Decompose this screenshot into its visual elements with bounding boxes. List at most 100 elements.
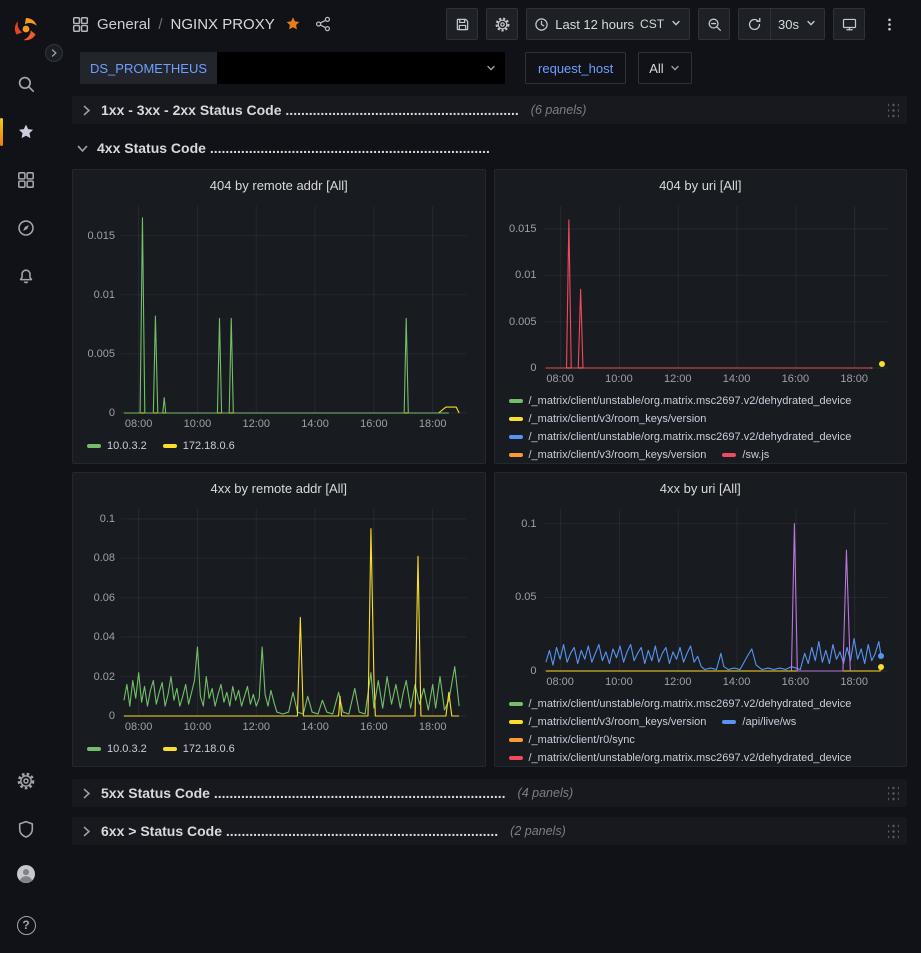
sidebar-expand-button[interactable] bbox=[45, 44, 63, 62]
filter-value-dropdown[interactable]: All bbox=[638, 52, 691, 84]
series-end-point bbox=[878, 653, 884, 659]
compass-icon bbox=[17, 219, 35, 237]
chart-legend: 10.0.3.2 172.18.0.6 bbox=[73, 738, 485, 766]
series-color-key bbox=[509, 453, 523, 457]
dashboards-icon bbox=[17, 171, 35, 189]
dashboard-title[interactable]: NGINX PROXY bbox=[171, 16, 275, 33]
save-icon bbox=[455, 17, 470, 32]
save-dashboard-button[interactable] bbox=[446, 8, 478, 40]
share-button[interactable] bbox=[315, 16, 331, 32]
plot-area[interactable]: 00.050.108:0010:0012:0014:0016:0018:00 bbox=[543, 509, 889, 671]
legend-item[interactable]: /_matrix/client/unstable/org.matrix.msc2… bbox=[509, 695, 852, 713]
timeseries-chart: 00.020.040.060.080.108:0010:0012:0014:00… bbox=[79, 503, 479, 738]
legend-item[interactable]: /_matrix/client/v3/room_keys/version bbox=[509, 713, 707, 731]
plot-area[interactable]: 00.0050.010.01508:0010:0012:0014:0016:00… bbox=[543, 206, 889, 368]
variable-label[interactable]: DS_PROMETHEUS bbox=[80, 52, 217, 84]
row-panel-count: (4 panels) bbox=[518, 786, 574, 800]
y-axis-tick: 0 bbox=[81, 710, 115, 722]
sidebar-item-search[interactable] bbox=[0, 60, 52, 108]
more-options-button[interactable] bbox=[873, 8, 905, 40]
breadcrumb-section[interactable]: General bbox=[97, 16, 150, 33]
series-name: /_matrix/client/v3/room_keys/version bbox=[529, 713, 707, 731]
series-color-key bbox=[509, 756, 523, 760]
datasource-select[interactable] bbox=[217, 52, 505, 84]
plot-area[interactable]: 00.020.040.060.080.108:0010:0012:0014:00… bbox=[121, 509, 467, 716]
dashboard-settings-button[interactable] bbox=[486, 8, 518, 40]
x-axis-tick: 08:00 bbox=[546, 676, 574, 688]
x-axis-tick: 18:00 bbox=[419, 721, 447, 733]
panel-title[interactable]: 404 by remote addr [All] bbox=[73, 170, 485, 200]
series-color-key bbox=[509, 738, 523, 742]
legend-item[interactable]: /_matrix/client/r0/sync bbox=[509, 731, 635, 749]
row-drag-handle[interactable] bbox=[888, 823, 899, 840]
panel-title[interactable]: 404 by uri [All] bbox=[495, 170, 907, 200]
share-icon bbox=[315, 16, 331, 32]
y-axis-tick: 0.1 bbox=[503, 518, 537, 530]
zoom-out-button[interactable] bbox=[698, 8, 730, 40]
legend-item[interactable]: 172.18.0.6 bbox=[163, 740, 235, 758]
row-drag-handle[interactable] bbox=[888, 102, 899, 119]
sidebar-item-dashboards[interactable] bbox=[0, 156, 52, 204]
time-range-picker[interactable]: Last 12 hours CST bbox=[526, 8, 690, 40]
row-title: 6xx > Status Code ......................… bbox=[101, 823, 498, 839]
y-axis-tick: 0.1 bbox=[81, 513, 115, 525]
y-axis-tick: 0.005 bbox=[81, 348, 115, 360]
timeseries-chart: 00.0050.010.01508:0010:0012:0014:0016:00… bbox=[79, 200, 479, 435]
timezone-label: CST bbox=[640, 17, 664, 31]
sidebar-item-help[interactable]: ? bbox=[0, 901, 52, 949]
chevron-right-icon bbox=[80, 825, 93, 838]
sidebar-item-server-admin[interactable] bbox=[0, 805, 52, 853]
x-axis-tick: 12:00 bbox=[242, 418, 270, 430]
chevron-right-icon bbox=[49, 48, 59, 58]
row-panel-count: (2 panels) bbox=[510, 824, 566, 838]
sidebar-item-starred[interactable] bbox=[0, 108, 52, 156]
row-drag-handle[interactable] bbox=[888, 785, 899, 802]
zoom-out-icon bbox=[707, 17, 722, 32]
kiosk-mode-button[interactable] bbox=[833, 8, 865, 40]
plot-area[interactable]: 00.0050.010.01508:0010:0012:0014:0016:00… bbox=[121, 206, 467, 413]
sidebar-item-profile[interactable] bbox=[0, 853, 52, 901]
legend-item[interactable]: /_matrix/client/unstable/org.matrix.msc2… bbox=[509, 392, 852, 410]
sidebar-item-alerting[interactable] bbox=[0, 252, 52, 300]
chevron-down-icon bbox=[669, 62, 681, 74]
y-axis-tick: 0.015 bbox=[503, 223, 537, 235]
chevron-right-icon bbox=[80, 787, 93, 800]
row-4xx[interactable]: 4xx Status Code ........................… bbox=[72, 134, 907, 162]
breadcrumb: General / NGINX PROXY bbox=[72, 16, 331, 33]
row-5xx[interactable]: 5xx Status Code ........................… bbox=[72, 779, 907, 807]
y-axis-tick: 0.06 bbox=[81, 592, 115, 604]
x-axis-tick: 18:00 bbox=[840, 676, 868, 688]
legend-item[interactable]: /api/live/ws bbox=[722, 713, 796, 731]
row-title: 4xx Status Code ........................… bbox=[97, 140, 490, 156]
favorite-star-icon[interactable] bbox=[285, 16, 301, 32]
legend-item[interactable]: /sw.js bbox=[722, 446, 769, 464]
sidebar-item-configuration[interactable] bbox=[0, 757, 52, 805]
legend-item[interactable]: /_matrix/client/v3/room_keys/version bbox=[509, 446, 707, 464]
grafana-logo[interactable] bbox=[0, 6, 52, 52]
kebab-menu-icon bbox=[882, 17, 897, 32]
legend-item[interactable]: /_matrix/client/v3/room_keys/version bbox=[509, 410, 707, 428]
series-name: /api/live/ws bbox=[742, 713, 796, 731]
legend-item[interactable]: /_matrix/client/unstable/org.matrix.msc2… bbox=[509, 428, 852, 446]
refresh-button[interactable] bbox=[738, 8, 770, 40]
series-name: 172.18.0.6 bbox=[183, 740, 235, 758]
panel-title[interactable]: 4xx by remote addr [All] bbox=[73, 473, 485, 503]
legend-item[interactable]: 10.0.3.2 bbox=[87, 437, 147, 455]
panel-title[interactable]: 4xx by uri [All] bbox=[495, 473, 907, 503]
panel-4xx-by-remote-addr: 4xx by remote addr [All] 00.020.040.060.… bbox=[72, 472, 486, 767]
panel-4xx-by-uri: 4xx by uri [All] 00.050.108:0010:0012:00… bbox=[494, 472, 908, 767]
legend-item[interactable]: /_matrix/client/unstable/org.matrix.msc2… bbox=[509, 749, 852, 767]
series-name: /_matrix/client/unstable/org.matrix.msc2… bbox=[529, 392, 852, 410]
filter-key-request-host[interactable]: request_host bbox=[525, 52, 626, 84]
row-title: 1xx - 3xx - 2xx Status Code ............… bbox=[101, 102, 519, 118]
series-color-key bbox=[509, 399, 523, 403]
legend-item[interactable]: 172.18.0.6 bbox=[163, 437, 235, 455]
legend-item[interactable]: 10.0.3.2 bbox=[87, 740, 147, 758]
sidebar-item-explore[interactable] bbox=[0, 204, 52, 252]
row-6xx[interactable]: 6xx > Status Code ......................… bbox=[72, 817, 907, 845]
gear-icon bbox=[17, 772, 35, 790]
series-name: 10.0.3.2 bbox=[107, 437, 147, 455]
grafana-app: ? General / NGINX PROXY bbox=[0, 0, 921, 953]
refresh-interval-dropdown[interactable]: 30s bbox=[770, 8, 825, 40]
row-1xx-3xx-2xx[interactable]: 1xx - 3xx - 2xx Status Code ............… bbox=[72, 96, 907, 124]
